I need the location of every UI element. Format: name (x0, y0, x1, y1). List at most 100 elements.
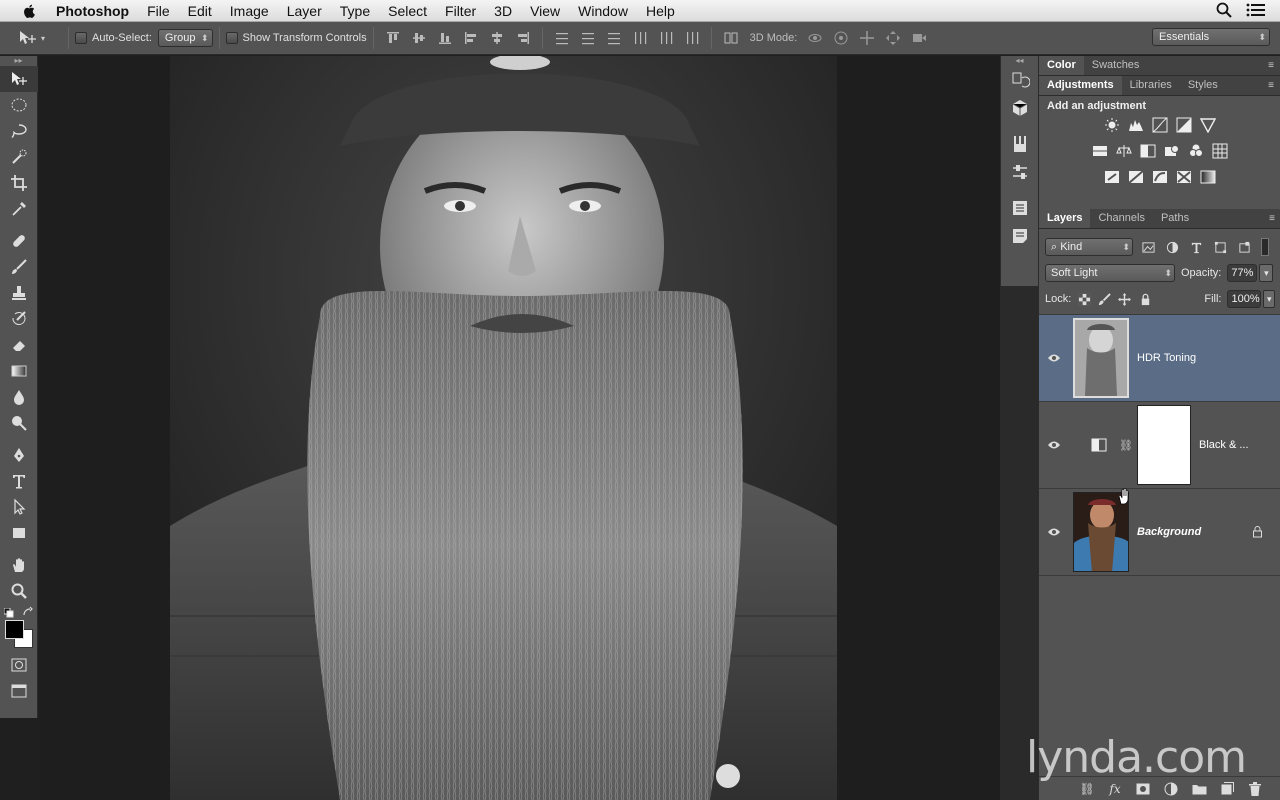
hand-tool[interactable] (0, 552, 38, 578)
filter-pixel-icon[interactable] (1139, 238, 1157, 256)
3d-panel-button[interactable] (1001, 94, 1039, 122)
show-transform-checkbox[interactable] (225, 32, 238, 44)
gradient-map-icon[interactable] (1199, 168, 1217, 186)
dodge-tool[interactable] (0, 410, 38, 436)
properties-panel-button[interactable] (1001, 194, 1039, 222)
fill-slider-toggle[interactable]: ▾ (1263, 290, 1275, 308)
brush-panel-button[interactable] (1001, 158, 1039, 186)
align-left-icon[interactable] (461, 28, 481, 48)
auto-select-dropdown[interactable]: Group (157, 29, 213, 47)
collapse-panel-icon[interactable]: ▸▸ (0, 56, 37, 66)
brush-tool[interactable] (0, 254, 38, 280)
layer-filter-kind-dropdown[interactable]: ⌕ Kind (1045, 238, 1133, 256)
brightness-contrast-icon[interactable] (1103, 116, 1121, 134)
color-lookup-icon[interactable] (1211, 142, 1229, 160)
path-selection-tool[interactable] (0, 494, 38, 520)
menu-type[interactable]: Type (331, 3, 379, 19)
photo-filter-icon[interactable] (1163, 142, 1181, 160)
default-colors-icon[interactable] (4, 608, 14, 618)
distribute-vcenter-icon[interactable] (578, 28, 598, 48)
menu-filter[interactable]: Filter (436, 3, 485, 19)
blur-tool[interactable] (0, 384, 38, 410)
filter-toggle-switch[interactable] (1261, 238, 1269, 256)
exposure-icon[interactable] (1175, 116, 1193, 134)
healing-brush-tool[interactable] (0, 228, 38, 254)
tab-swatches[interactable]: Swatches (1084, 56, 1148, 75)
filter-adjustment-icon[interactable] (1163, 238, 1181, 256)
lock-transparency-icon[interactable] (1077, 290, 1091, 308)
gradient-tool[interactable] (0, 358, 38, 384)
layer-name[interactable]: HDR Toning (1137, 352, 1196, 364)
tab-color[interactable]: Color (1039, 56, 1084, 75)
notes-panel-button[interactable] (1001, 222, 1039, 250)
menu-app-name[interactable]: Photoshop (54, 3, 138, 19)
threshold-icon[interactable] (1151, 168, 1169, 186)
pen-tool[interactable] (0, 442, 38, 468)
menu-layer[interactable]: Layer (278, 3, 331, 19)
document-canvas[interactable] (170, 56, 837, 800)
tab-libraries[interactable]: Libraries (1122, 76, 1180, 95)
visibility-eye-icon[interactable] (1039, 527, 1069, 537)
menu-file[interactable]: File (138, 3, 179, 19)
3d-scale-icon[interactable] (909, 28, 929, 48)
layer-row-background[interactable]: Background (1039, 487, 1280, 576)
trash-delete-layer-icon[interactable] (1247, 781, 1263, 797)
crop-tool[interactable] (0, 170, 38, 196)
brush-presets-button[interactable] (1001, 130, 1039, 158)
eraser-tool[interactable] (0, 332, 38, 358)
auto-align-icon[interactable] (721, 28, 741, 48)
tab-styles[interactable]: Styles (1180, 76, 1226, 95)
distribute-bottom-icon[interactable] (604, 28, 624, 48)
lock-image-pixels-icon[interactable] (1098, 290, 1112, 308)
filter-smart-object-icon[interactable] (1235, 238, 1253, 256)
tool-preset-picker[interactable]: ▾ (18, 26, 62, 50)
rectangle-tool[interactable] (0, 520, 38, 546)
3d-roll-icon[interactable] (831, 28, 851, 48)
menu-view[interactable]: View (521, 3, 569, 19)
clone-stamp-tool[interactable] (0, 280, 38, 306)
layer-row-hdr-toning[interactable]: HDR Toning (1039, 315, 1280, 402)
distribute-right-icon[interactable] (682, 28, 702, 48)
3d-slide-icon[interactable] (883, 28, 903, 48)
foreground-color-swatch[interactable] (5, 620, 24, 639)
menu-window[interactable]: Window (569, 3, 637, 19)
panel-menu-icon[interactable]: ≡ (1269, 213, 1275, 224)
screen-mode-button[interactable] (0, 678, 38, 704)
filter-type-icon[interactable] (1187, 238, 1205, 256)
invert-icon[interactable] (1103, 168, 1121, 186)
tab-channels[interactable]: Channels (1090, 209, 1152, 228)
layer-name[interactable]: Background (1137, 526, 1201, 538)
blend-mode-dropdown[interactable]: Soft Light (1045, 264, 1175, 282)
apple-icon[interactable] (20, 3, 40, 19)
history-brush-tool[interactable] (0, 306, 38, 332)
lock-all-icon[interactable] (1138, 290, 1152, 308)
quick-mask-button[interactable] (0, 652, 38, 678)
channel-mixer-icon[interactable] (1187, 142, 1205, 160)
tab-layers[interactable]: Layers (1039, 209, 1091, 228)
zoom-tool[interactable] (0, 578, 38, 604)
marquee-tool[interactable] (0, 92, 38, 118)
panel-menu-icon[interactable]: ≡ (1268, 60, 1274, 71)
align-top-icon[interactable] (383, 28, 403, 48)
align-bottom-icon[interactable] (435, 28, 455, 48)
tab-adjustments[interactable]: Adjustments (1039, 76, 1122, 95)
distribute-top-icon[interactable] (552, 28, 572, 48)
auto-select-checkbox[interactable] (75, 32, 87, 44)
menu-edit[interactable]: Edit (179, 3, 221, 19)
menu-help[interactable]: Help (637, 3, 684, 19)
lock-position-icon[interactable] (1118, 290, 1132, 308)
filter-shape-icon[interactable] (1211, 238, 1229, 256)
workspace-dropdown[interactable]: Essentials (1152, 28, 1270, 46)
layer-name[interactable]: Black & ... (1199, 439, 1249, 451)
layer-thumbnail[interactable] (1073, 318, 1129, 398)
history-panel-button[interactable] (1001, 66, 1039, 94)
layer-row-black-white[interactable]: ⛓ Black & ... (1039, 402, 1280, 489)
align-vcenter-icon[interactable] (409, 28, 429, 48)
levels-icon[interactable] (1127, 116, 1145, 134)
selective-color-icon[interactable] (1175, 168, 1193, 186)
collapse-panel-icon[interactable]: ◂◂ (1001, 56, 1038, 66)
align-hcenter-icon[interactable] (487, 28, 507, 48)
layer-mask-thumbnail[interactable] (1137, 405, 1191, 485)
visibility-eye-icon[interactable] (1039, 353, 1069, 363)
type-tool[interactable] (0, 468, 38, 494)
